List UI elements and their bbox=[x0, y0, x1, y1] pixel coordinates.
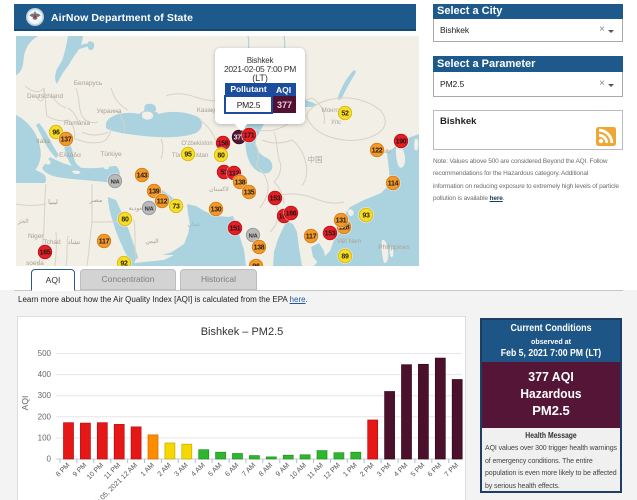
svg-text:100: 100 bbox=[38, 433, 52, 442]
svg-text:Italia: Italia bbox=[36, 138, 50, 145]
svg-text:300: 300 bbox=[38, 391, 52, 400]
svg-text:مصر: مصر bbox=[89, 197, 103, 204]
svg-text:6 AM: 6 AM bbox=[224, 462, 240, 478]
svg-text:ليبيا: ليبيا bbox=[48, 198, 58, 206]
svg-text:1 AM: 1 AM bbox=[140, 462, 156, 478]
svg-text:92: 92 bbox=[120, 260, 128, 266]
svg-text:Ελλάδα: Ελλάδα bbox=[59, 151, 81, 159]
svg-text:4 AM: 4 AM bbox=[190, 462, 206, 478]
svg-text:165: 165 bbox=[40, 249, 51, 256]
svg-text:Bishkek – PM2.5: Bishkek – PM2.5 bbox=[201, 326, 284, 338]
svg-text:200: 200 bbox=[38, 412, 52, 421]
svg-text:500: 500 bbox=[38, 349, 52, 358]
svg-text:114: 114 bbox=[388, 180, 399, 187]
svg-text:11 AM: 11 AM bbox=[306, 462, 325, 481]
svg-text:137: 137 bbox=[61, 136, 72, 143]
svg-text:130: 130 bbox=[211, 206, 222, 213]
svg-text:80: 80 bbox=[217, 152, 225, 159]
svg-text:لاكستان: لاكستان bbox=[209, 186, 229, 193]
svg-text:153: 153 bbox=[270, 195, 281, 202]
svg-text:4 PM: 4 PM bbox=[393, 462, 410, 479]
svg-text:131: 131 bbox=[336, 217, 347, 224]
svg-text:151: 151 bbox=[230, 225, 241, 232]
svg-text:52: 52 bbox=[341, 110, 349, 117]
svg-text:10 PM: 10 PM bbox=[86, 462, 105, 481]
svg-text:93: 93 bbox=[362, 212, 370, 219]
svg-text:89: 89 bbox=[341, 253, 349, 260]
svg-text:117: 117 bbox=[99, 238, 110, 245]
svg-text:190: 190 bbox=[396, 138, 407, 145]
svg-text:3 AM: 3 AM bbox=[173, 462, 189, 478]
svg-text:中国: 中国 bbox=[308, 154, 323, 164]
svg-text:AQI: AQI bbox=[20, 396, 30, 411]
svg-text:Улс: Улс bbox=[331, 120, 341, 126]
svg-text:الجز: الجز bbox=[17, 218, 29, 225]
svg-text:12 PM: 12 PM bbox=[323, 462, 342, 481]
svg-text:N/A: N/A bbox=[249, 233, 258, 239]
svg-text:Niger: Niger bbox=[28, 233, 44, 240]
svg-text:166: 166 bbox=[286, 210, 297, 217]
svg-text:2 AM: 2 AM bbox=[157, 462, 173, 478]
svg-text:7 AM: 7 AM bbox=[241, 462, 257, 478]
svg-text:Deutschland: Deutschland bbox=[27, 93, 64, 100]
svg-text:3 PM: 3 PM bbox=[376, 462, 393, 479]
svg-text:96: 96 bbox=[52, 129, 60, 136]
svg-text:Việt Nam: Việt Nam bbox=[337, 239, 362, 245]
svg-text:171: 171 bbox=[244, 132, 255, 139]
svg-text:soeria: soeria bbox=[26, 260, 44, 266]
svg-text:73: 73 bbox=[172, 203, 180, 210]
svg-text:0: 0 bbox=[47, 455, 52, 464]
svg-text:153: 153 bbox=[325, 230, 336, 237]
svg-text:تشاد: تشاد bbox=[68, 238, 81, 246]
svg-text:5 AM: 5 AM bbox=[207, 462, 223, 478]
svg-text:80: 80 bbox=[121, 216, 129, 223]
svg-text:N/A: N/A bbox=[111, 179, 120, 185]
svg-text:1 PM: 1 PM bbox=[342, 462, 359, 479]
svg-text:Türkiye: Türkiye bbox=[100, 151, 122, 158]
svg-text:112: 112 bbox=[157, 198, 168, 205]
svg-text:Беларусь: Беларусь bbox=[74, 80, 103, 87]
svg-text:143: 143 bbox=[137, 172, 148, 179]
svg-text:400: 400 bbox=[38, 370, 52, 379]
svg-text:122: 122 bbox=[372, 147, 383, 154]
svg-text:95: 95 bbox=[184, 151, 192, 158]
svg-text:România: România bbox=[64, 120, 90, 127]
svg-text:10 AM: 10 AM bbox=[289, 462, 308, 481]
svg-text:8 AM: 8 AM bbox=[258, 462, 274, 478]
svg-text:158: 158 bbox=[218, 140, 229, 147]
svg-text:اليمن: اليمن bbox=[145, 238, 159, 245]
svg-text:O’zbekiston: O’zbekiston bbox=[181, 141, 212, 147]
svg-text:5 PM: 5 PM bbox=[410, 462, 427, 479]
svg-text:2 PM: 2 PM bbox=[359, 462, 376, 479]
svg-text:117: 117 bbox=[306, 233, 317, 240]
svg-text:6 PM: 6 PM bbox=[427, 462, 444, 479]
svg-text:138: 138 bbox=[235, 179, 246, 186]
svg-text:Украина: Украина bbox=[97, 108, 122, 115]
svg-text:96: 96 bbox=[252, 263, 260, 266]
svg-text:Philippines: Philippines bbox=[378, 244, 410, 251]
svg-text:138: 138 bbox=[254, 244, 265, 251]
svg-text:عمان: عمان bbox=[187, 221, 200, 228]
svg-text:N/A: N/A bbox=[145, 206, 154, 212]
svg-text:8 PM: 8 PM bbox=[55, 462, 72, 479]
svg-text:7 PM: 7 PM bbox=[444, 462, 461, 479]
svg-text:135: 135 bbox=[244, 189, 255, 196]
